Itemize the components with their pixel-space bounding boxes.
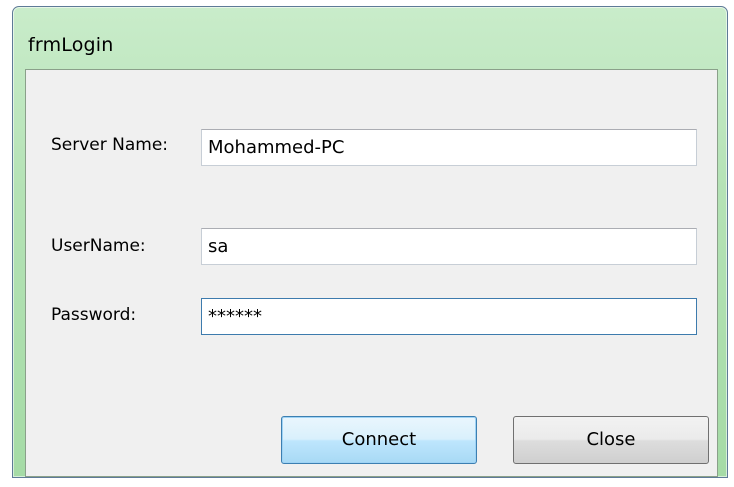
username-input[interactable]: sa bbox=[201, 228, 697, 265]
server-name-label: Server Name: bbox=[51, 135, 169, 155]
title-bar[interactable]: frmLogin bbox=[13, 7, 727, 69]
password-label: Password: bbox=[51, 305, 137, 325]
connect-button[interactable]: Connect bbox=[281, 416, 477, 464]
login-window: frmLogin Server Name: Mohammed-PC UserNa… bbox=[12, 6, 728, 478]
close-button[interactable]: Close bbox=[513, 416, 709, 464]
window-title: frmLogin bbox=[28, 34, 114, 56]
username-label: UserName: bbox=[51, 236, 146, 256]
server-name-input[interactable]: Mohammed-PC bbox=[201, 129, 697, 166]
form-client-area: Server Name: Mohammed-PC UserName: sa Pa… bbox=[25, 69, 718, 477]
password-input[interactable]: ****** bbox=[201, 298, 697, 335]
